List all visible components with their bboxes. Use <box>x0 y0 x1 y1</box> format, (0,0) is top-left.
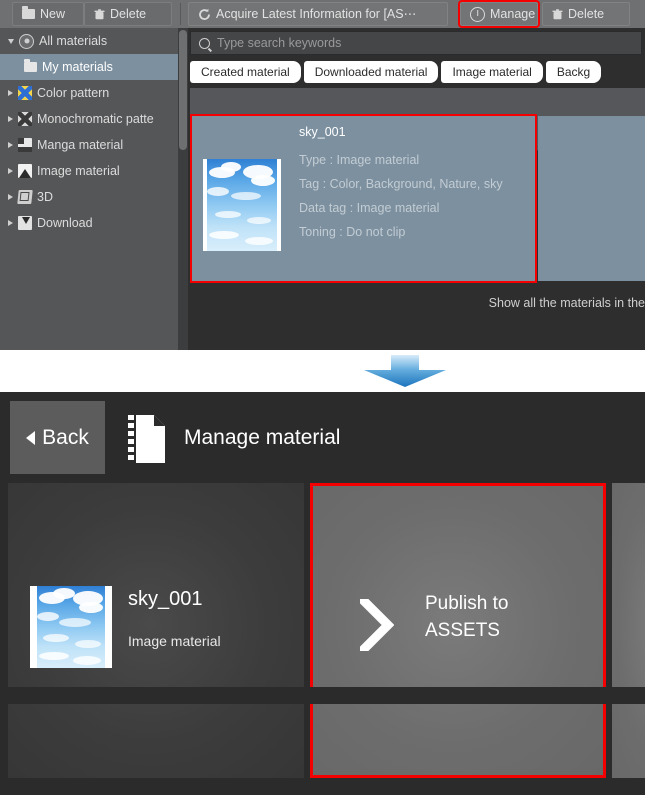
material-tags: Tag : Color, Background, Nature, sky <box>299 177 503 191</box>
material-palette-panel: New Delete Acquire Latest Information fo… <box>0 0 645 350</box>
tree-item-all-materials[interactable]: All materials <box>0 28 178 54</box>
document-icon <box>126 415 166 463</box>
tree-item-3d[interactable]: 3D <box>0 184 178 210</box>
manage-material-title: Manage material <box>184 426 341 449</box>
refresh-icon <box>198 8 211 21</box>
tab-label: Created material <box>201 65 290 79</box>
material-toning: Toning : Do not clip <box>299 225 406 239</box>
tab-background[interactable]: Backg <box>545 61 602 83</box>
tree-item-label: Monochromatic patte <box>37 112 154 126</box>
back-button[interactable]: Back <box>10 401 105 474</box>
chevron-right-icon[interactable] <box>8 194 13 200</box>
manga-icon <box>18 138 32 152</box>
search-placeholder: Type search keywords <box>217 36 342 50</box>
manage-card-list: sky_001 Image material Publish to ASSETS <box>0 483 645 795</box>
chevron-right-icon[interactable] <box>8 142 13 148</box>
chevron-right-icon[interactable] <box>8 168 13 174</box>
tab-created-material[interactable]: Created material <box>190 61 301 83</box>
trash-icon <box>94 8 105 20</box>
acquire-latest-info-button[interactable]: Acquire Latest Information for [AS⋯ <box>188 2 448 26</box>
folder-icon <box>22 6 35 19</box>
material-data-tag: Data tag : Image material <box>299 201 440 215</box>
manage-material-panel: Back Manage material sky_001 Image mater… <box>0 392 645 795</box>
tree-scrollbar[interactable] <box>178 28 188 350</box>
tree-item-my-materials[interactable]: My materials <box>0 54 178 80</box>
tab-label: Image material <box>452 65 532 79</box>
palette-toolbar: New Delete Acquire Latest Information fo… <box>0 0 645 28</box>
download-icon <box>18 216 32 230</box>
material-content: Type search keywords Created material Do… <box>190 28 645 350</box>
tree-item-monochromatic-pattern[interactable]: Monochromatic patte <box>0 106 178 132</box>
chevron-right-icon[interactable] <box>8 90 13 96</box>
screenshot-root: New Delete Acquire Latest Information fo… <box>0 0 645 795</box>
image-icon <box>18 164 32 178</box>
manage-card-sky001[interactable]: sky_001 Image material <box>8 483 304 778</box>
mono-pattern-icon <box>18 112 32 126</box>
material-item-sky001[interactable]: sky_001 Type : Image material Tag : Colo… <box>190 114 537 283</box>
tree-item-image-material[interactable]: Image material <box>0 158 178 184</box>
tree-item-label: Manga material <box>37 138 124 152</box>
disc-icon <box>19 33 34 49</box>
material-name: sky_001 <box>299 125 346 139</box>
tab-label: Backg <box>556 65 591 79</box>
chevron-right-icon <box>357 594 395 656</box>
back-button-label: Back <box>42 425 89 449</box>
material-filter-tabs: Created material Downloaded material Ima… <box>190 61 645 83</box>
tree-item-label: All materials <box>39 34 108 48</box>
search-icon <box>199 37 210 49</box>
new-button-label: New <box>40 6 66 21</box>
sky-image <box>207 159 277 251</box>
new-button[interactable]: New <box>12 2 84 26</box>
material-type: Type : Image material <box>299 153 420 167</box>
tree-item-label: 3D <box>37 190 53 204</box>
tree-item-download[interactable]: Download <box>0 210 178 236</box>
tree-item-color-pattern[interactable]: Color pattern <box>0 80 178 106</box>
color-pattern-icon <box>18 86 32 100</box>
down-arrow-icon <box>362 355 448 388</box>
search-input[interactable]: Type search keywords <box>190 31 642 55</box>
delete-material-button[interactable]: Delete <box>542 2 630 26</box>
card-list-bottom-strip <box>0 687 645 704</box>
card-subtitle: Image material <box>128 633 221 649</box>
tree-item-manga-material[interactable]: Manga material <box>0 132 178 158</box>
card-title: Publish to ASSETS <box>425 593 509 641</box>
manage-card-next[interactable] <box>612 483 645 778</box>
manage-button[interactable]: Manage <box>458 0 540 28</box>
manage-card-publish-to-assets[interactable]: Publish to ASSETS <box>310 483 606 778</box>
tree-item-label: Download <box>37 216 93 230</box>
tab-downloaded-material[interactable]: Downloaded material <box>303 61 439 83</box>
sky-image <box>37 586 105 668</box>
material-tree[interactable]: All materials My materials Color pattern… <box>0 28 178 350</box>
acquire-latest-info-label: Acquire Latest Information for [AS⋯ <box>216 6 417 21</box>
card-title: sky_001 <box>128 588 203 610</box>
chevron-right-icon[interactable] <box>8 220 13 226</box>
tree-item-label: Color pattern <box>37 86 110 100</box>
chevron-left-icon <box>26 430 36 445</box>
manage-header: Back Manage material <box>0 392 645 483</box>
manage-button-label: Manage <box>490 6 536 21</box>
tree-item-label: My materials <box>42 60 113 74</box>
tab-image-material[interactable]: Image material <box>441 61 543 83</box>
show-all-materials-row: Show all the materials in the <box>190 286 645 322</box>
delete-material-label: Delete <box>568 6 605 21</box>
folder-icon <box>24 59 37 72</box>
chevron-right-icon[interactable] <box>8 116 13 122</box>
show-all-materials-link[interactable]: Show all the materials in the <box>489 296 645 310</box>
tab-label: Downloaded material <box>314 65 428 79</box>
trash-icon <box>552 8 563 20</box>
material-thumbnail <box>203 159 281 251</box>
info-circle-icon <box>470 6 485 22</box>
delete-button-label: Delete <box>110 6 147 21</box>
toolbar-divider <box>180 3 181 25</box>
card-thumbnail <box>30 586 112 668</box>
tree-item-label: Image material <box>37 164 120 178</box>
cube-icon <box>17 190 33 204</box>
transition-band <box>0 350 645 392</box>
delete-button[interactable]: Delete <box>84 2 172 26</box>
chevron-down-icon[interactable] <box>8 38 14 44</box>
tree-scrollbar-thumb[interactable] <box>179 30 187 150</box>
material-item-next[interactable] <box>538 116 645 281</box>
